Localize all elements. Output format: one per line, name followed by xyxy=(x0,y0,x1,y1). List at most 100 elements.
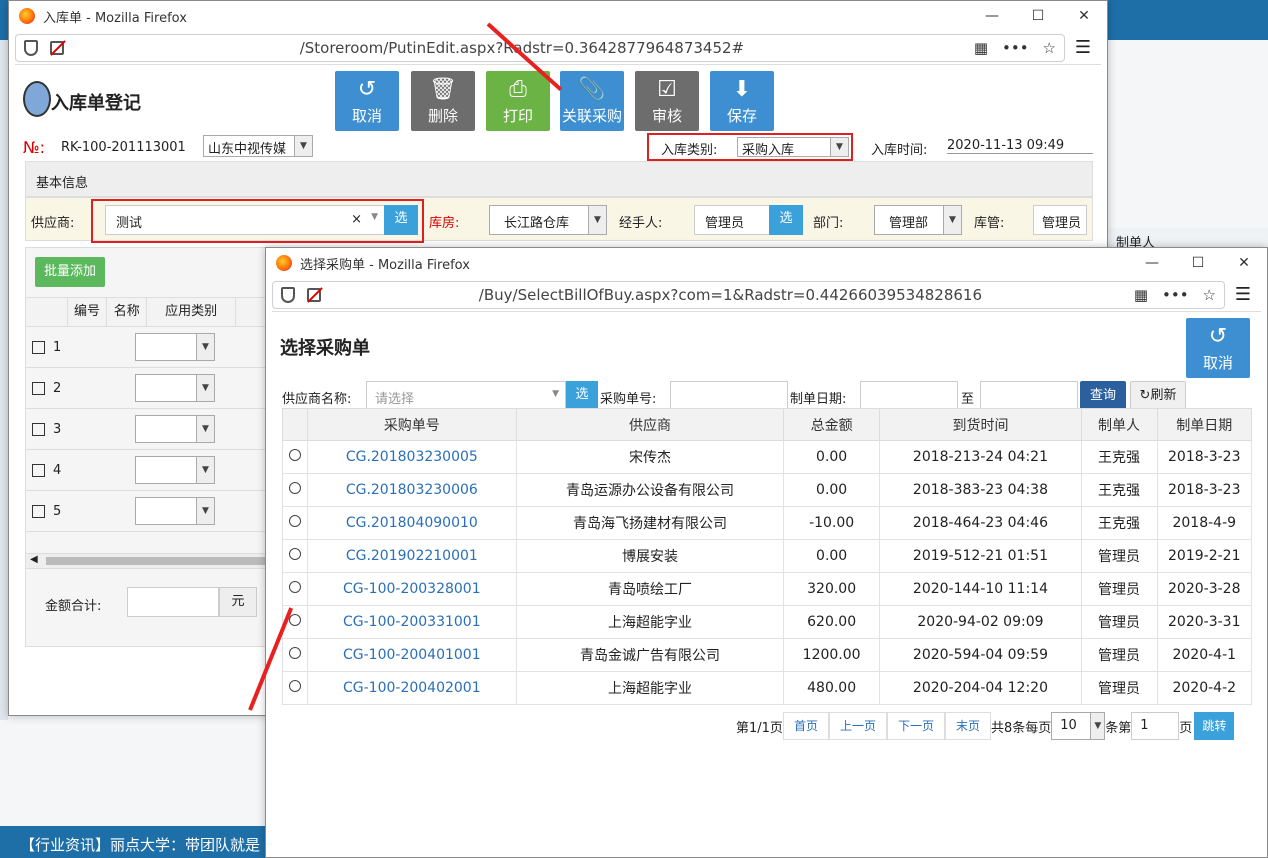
minimize-button[interactable]: — xyxy=(1129,248,1175,278)
maximize-button[interactable]: ☐ xyxy=(1015,1,1061,31)
chevron-down-icon[interactable]: ▼ xyxy=(196,375,214,401)
main-address-bar[interactable]: /Storeroom/PutinEdit.aspx?Radstr=0.36428… xyxy=(15,33,1065,62)
cancel-label[interactable]: 取消 xyxy=(352,107,382,125)
camera-blocked-icon[interactable] xyxy=(50,40,64,55)
po-no-input[interactable] xyxy=(670,381,788,411)
row-radio[interactable] xyxy=(288,449,301,461)
keeper-input[interactable]: 管理员 xyxy=(1033,205,1087,235)
table-row[interactable]: CG.201803230006 青岛运源办公设备有限公司 0.00 2018-383-… xyxy=(282,473,1253,507)
minimize-button[interactable]: — xyxy=(969,1,1015,31)
shield-icon[interactable] xyxy=(24,39,38,56)
link-purchase-button[interactable]: 📎 关联采购 xyxy=(560,71,624,131)
chevron-down-icon[interactable]: ▼ xyxy=(196,498,214,524)
row-radio[interactable] xyxy=(288,515,301,527)
category-select[interactable]: ▼ xyxy=(135,456,215,484)
total-input[interactable] xyxy=(127,587,219,617)
category-select[interactable]: ▼ xyxy=(135,497,215,525)
next-page-button[interactable]: 下一页 xyxy=(886,712,945,740)
keeper-value[interactable]: 管理员 xyxy=(1042,216,1081,231)
handler-input[interactable]: 管理员 xyxy=(694,205,770,235)
warehouse-select[interactable]: 长江路仓库 ▼ xyxy=(489,205,607,235)
link-purchase-label[interactable]: 关联采购 xyxy=(562,107,622,125)
date-to-input[interactable] xyxy=(980,381,1078,411)
first-page-button[interactable]: 首页 xyxy=(782,712,829,740)
po-link[interactable]: CG-100-200401001 xyxy=(306,638,518,672)
row-checkbox[interactable] xyxy=(32,381,45,395)
news-ticker-text[interactable]: 【行业资讯】丽点大学：带团队就是 xyxy=(20,836,260,854)
company-value[interactable]: 山东中视传媒 xyxy=(208,142,286,157)
table-row[interactable]: 1 ▼ xyxy=(25,327,275,368)
delete-label[interactable]: 删除 xyxy=(428,107,458,125)
warehouse-value[interactable]: 长江路仓库 xyxy=(504,216,569,231)
po-link[interactable]: CG.201902210001 xyxy=(306,539,518,573)
po-link[interactable]: CG-100-200402001 xyxy=(306,671,518,705)
hamburger-menu-icon[interactable]: ☰ xyxy=(1065,37,1101,58)
dialog-supplier-input[interactable]: 请选择 ▼ xyxy=(366,381,566,411)
print-button[interactable]: ⎙ 打印 xyxy=(486,71,550,131)
close-button[interactable]: ✕ xyxy=(1221,248,1267,278)
table-row[interactable]: CG-100-200331001 上海超能字业 620.00 2020-94-02 0… xyxy=(282,605,1253,639)
qr-code-icon[interactable]: ▦ xyxy=(1134,286,1148,304)
chevron-down-icon[interactable]: ▼ xyxy=(943,206,961,234)
refresh-label[interactable]: 刷新 xyxy=(1150,388,1176,403)
chevron-down-icon[interactable]: ▼ xyxy=(196,334,214,360)
handler-value[interactable]: 管理员 xyxy=(705,216,744,231)
table-row[interactable]: 2 ▼ xyxy=(25,368,275,409)
scrollbar-thumb[interactable] xyxy=(46,557,266,565)
goto-page-value[interactable]: 1 xyxy=(1140,718,1148,733)
per-page-select[interactable]: 10 ▼ xyxy=(1051,712,1106,740)
table-row[interactable]: CG.201804090010 青岛海飞扬建材有限公司 -10.00 2018-464… xyxy=(282,506,1253,540)
chevron-down-icon[interactable]: ▼ xyxy=(294,136,312,156)
more-icon[interactable]: ••• xyxy=(1002,39,1029,57)
goto-page-input[interactable]: 1 xyxy=(1131,712,1180,740)
hamburger-menu-icon[interactable]: ☰ xyxy=(1225,284,1261,305)
maximize-button[interactable]: ☐ xyxy=(1175,248,1221,278)
chevron-down-icon[interactable]: ▼ xyxy=(1090,713,1105,739)
dialog-supplier-select-button[interactable]: 选 xyxy=(566,381,598,411)
category-select[interactable]: ▼ xyxy=(135,415,215,443)
row-checkbox[interactable] xyxy=(32,422,45,436)
cancel-button[interactable]: ↺ 取消 xyxy=(335,71,399,131)
po-link[interactable]: CG.201803230006 xyxy=(306,473,518,507)
batch-add-button[interactable]: 批量添加 xyxy=(35,257,105,287)
dialog-supplier-placeholder[interactable]: 请选择 xyxy=(375,392,414,407)
chevron-down-icon[interactable]: ▼ xyxy=(371,212,378,222)
po-link[interactable]: CG-100-200331001 xyxy=(306,605,518,639)
chevron-down-icon[interactable]: ▼ xyxy=(830,138,848,156)
bookmark-star-icon[interactable]: ☆ xyxy=(1203,286,1216,304)
save-label[interactable]: 保存 xyxy=(727,107,757,125)
prev-page-button[interactable]: 上一页 xyxy=(828,712,887,740)
chevron-down-icon[interactable]: ▼ xyxy=(552,389,559,399)
table-row[interactable]: 5 ▼ xyxy=(25,491,275,532)
type-value[interactable]: 采购入库 xyxy=(742,143,794,158)
delete-button[interactable]: 🗑 删除 xyxy=(411,71,475,131)
row-checkbox[interactable] xyxy=(32,340,45,354)
dept-select[interactable]: 管理部 ▼ xyxy=(874,205,962,235)
handler-select-button[interactable]: 选 xyxy=(769,205,803,235)
chevron-down-icon[interactable]: ▼ xyxy=(588,206,606,234)
close-button[interactable]: ✕ xyxy=(1061,1,1107,31)
supplier-select-button[interactable]: 选 xyxy=(384,205,418,235)
bookmark-star-icon[interactable]: ☆ xyxy=(1043,39,1056,57)
table-row[interactable]: CG.201902210001 博展安装 0.00 2019-512-21 01:51… xyxy=(282,539,1253,573)
table-row[interactable]: CG.201803230005 宋传杰 0.00 2018-213-24 04:21 王… xyxy=(282,440,1253,474)
category-select[interactable]: ▼ xyxy=(135,333,215,361)
row-radio[interactable] xyxy=(288,548,301,560)
table-row[interactable]: 3 ▼ xyxy=(25,409,275,450)
qr-code-icon[interactable]: ▦ xyxy=(974,39,988,57)
dialog-url-text[interactable]: /Buy/SelectBillOfBuy.aspx?com=1&Radstr=0… xyxy=(335,286,1126,304)
shield-icon[interactable] xyxy=(281,286,295,303)
jump-button[interactable]: 跳转 xyxy=(1194,712,1235,740)
audit-label[interactable]: 审核 xyxy=(652,107,682,125)
category-select[interactable]: ▼ xyxy=(135,374,215,402)
table-row[interactable]: 4 ▼ xyxy=(25,450,275,491)
table-row[interactable]: CG-100-200401001 青岛金诚广告有限公司 1200.00 2020-59… xyxy=(282,638,1253,672)
po-link[interactable]: CG.201804090010 xyxy=(306,506,518,540)
chevron-down-icon[interactable]: ▼ xyxy=(196,416,214,442)
table-row[interactable]: CG-100-200328001 青岛喷绘工厂 320.00 2020-144-10 … xyxy=(282,572,1253,606)
camera-blocked-icon[interactable] xyxy=(307,287,321,302)
last-page-button[interactable]: 末页 xyxy=(944,712,991,740)
chevron-down-icon[interactable]: ▼ xyxy=(196,457,214,483)
po-link[interactable]: CG-100-200328001 xyxy=(306,572,518,606)
table-row[interactable]: CG-100-200402001 上海超能字业 480.00 2020-204-04 … xyxy=(282,671,1253,705)
